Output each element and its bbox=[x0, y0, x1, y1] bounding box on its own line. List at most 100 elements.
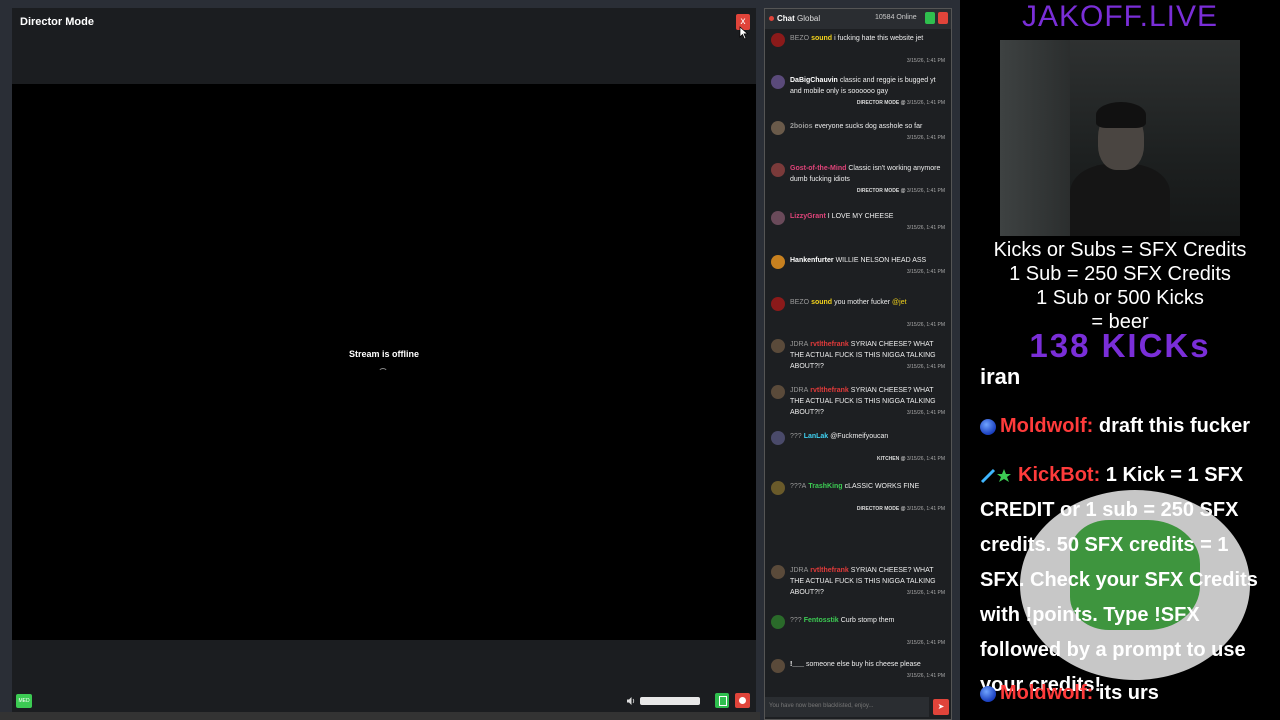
loading-spinner-icon bbox=[378, 368, 388, 378]
user-avatar[interactable] bbox=[771, 339, 785, 353]
chat-panel: Chat Global 10584 Online BEZO sound i fuck… bbox=[764, 8, 952, 720]
chat-username[interactable]: TrashKing bbox=[808, 483, 842, 490]
webcam-person-body bbox=[1070, 164, 1170, 236]
chat-username[interactable]: rvtlthefrank bbox=[810, 387, 849, 394]
chat-meta: DIRECTOR MODE @ 3/15/26, 1:41 PM bbox=[857, 100, 945, 106]
chat-message: LizzyGrant I LOVE MY CHEESE 3/15/26, 1:41 … bbox=[769, 211, 949, 251]
chat-close-button[interactable] bbox=[938, 12, 948, 24]
chat-message: DaBigChauvin classic and reggie is bugged… bbox=[769, 75, 949, 115]
chat-timestamp: 3/15/26, 1:41 PM bbox=[906, 410, 945, 416]
kickbot-icons bbox=[980, 468, 1011, 483]
user-avatar[interactable] bbox=[771, 75, 785, 89]
chat-text: you mother fucker bbox=[834, 299, 893, 306]
chat-username[interactable]: Gost-of-the-Mind bbox=[790, 165, 846, 172]
send-button[interactable]: ➤ bbox=[933, 699, 949, 715]
chat-meta: 3/15/26, 1:41 PM bbox=[907, 640, 945, 646]
chat-meta: KITCHEN @ 3/15/26, 1:41 PM bbox=[877, 456, 945, 462]
overlay-chat-text-2: its urs bbox=[1098, 682, 1159, 704]
chat-text: someone else buy his cheese please bbox=[806, 661, 921, 668]
overlay-topic: iran bbox=[980, 364, 1021, 389]
user-badge: JDRA bbox=[790, 341, 809, 348]
chat-tag: DIRECTOR MODE @ bbox=[856, 100, 907, 106]
chat-input[interactable]: You have now been blacklisted, enjoy... bbox=[765, 697, 929, 717]
fullscreen-button[interactable] bbox=[715, 693, 729, 708]
chat-meta: 3/15/26, 1:41 PM bbox=[907, 322, 945, 328]
user-avatar[interactable] bbox=[771, 481, 785, 495]
chat-timestamp: 3/15/26, 1:41 PM bbox=[906, 364, 945, 370]
chat-username[interactable]: DaBigChauvin bbox=[790, 77, 838, 84]
overlay-chat-message-1: Moldwolf: draft this fucker bbox=[980, 409, 1280, 444]
online-count: 10584 Online bbox=[875, 14, 917, 21]
user-avatar[interactable] bbox=[771, 211, 785, 225]
video-player[interactable]: Stream is offline bbox=[12, 84, 756, 640]
chat-timestamp: 3/15/26, 1:41 PM bbox=[906, 225, 945, 231]
chat-title: Chat Global bbox=[777, 14, 820, 23]
director-footer: MED bbox=[12, 640, 756, 712]
chat-title-channel: Global bbox=[797, 14, 821, 23]
overlay-chat-user-2: Moldwolf: bbox=[1000, 682, 1094, 704]
overlay-chat-text-1: draft this fucker bbox=[1098, 415, 1251, 437]
chat-tag: DIRECTOR MODE @ bbox=[856, 506, 907, 512]
chat-message: JDRA rvtlthefrank SYRIAN CHEESE? WHAT THE … bbox=[769, 565, 949, 605]
chat-header: Chat Global 10584 Online bbox=[765, 9, 951, 29]
chat-text: everyone sucks dog asshole so far bbox=[814, 123, 923, 130]
chat-username[interactable]: 2boios bbox=[790, 123, 813, 130]
chat-tag: DIRECTOR MODE @ bbox=[856, 188, 907, 194]
volume-icon[interactable] bbox=[626, 696, 636, 706]
chat-meta: 3/15/26, 1:41 PM bbox=[907, 135, 945, 141]
med-button[interactable]: MED bbox=[16, 694, 32, 708]
user-avatar[interactable] bbox=[771, 385, 785, 399]
chat-text: WILLIE NELSON HEAD ASS bbox=[835, 257, 927, 264]
credits-line-3: 1 Sub or 500 Kicks bbox=[1036, 287, 1204, 309]
chat-message: ??? LanLak @Fuckmeifyoucan KITCHEN @ 3/15/2… bbox=[769, 431, 949, 471]
chat-timestamp: 3/15/26, 1:41 PM bbox=[906, 188, 945, 194]
chat-meta: 3/15/26, 1:41 PM bbox=[907, 269, 945, 275]
chat-text: cLASSIC WORKS FINE bbox=[844, 483, 920, 490]
user-avatar[interactable] bbox=[771, 121, 785, 135]
user-avatar[interactable] bbox=[771, 615, 785, 629]
chat-username[interactable]: !___ bbox=[790, 661, 804, 668]
user-avatar[interactable] bbox=[771, 255, 785, 269]
chat-username[interactable]: Hankenfurter bbox=[790, 257, 834, 264]
user-avatar[interactable] bbox=[771, 565, 785, 579]
credits-line-2: 1 Sub = 250 SFX Credits bbox=[1009, 263, 1231, 285]
chat-message: JDRA rvtlthefrank SYRIAN CHEESE? WHAT THE … bbox=[769, 385, 949, 425]
user-badge: ???A bbox=[790, 483, 807, 490]
user-badge: JDRA bbox=[790, 567, 809, 574]
chat-message: ??? Fentosstik Curb stomp them 3/15/26, 1:4… bbox=[769, 615, 949, 655]
chat-message-body: LizzyGrant I LOVE MY CHEESE bbox=[790, 211, 948, 222]
user-avatar[interactable] bbox=[771, 431, 785, 445]
mouse-cursor-icon bbox=[739, 26, 749, 40]
user-avatar[interactable] bbox=[771, 659, 785, 673]
user-avatar[interactable] bbox=[771, 163, 785, 177]
chat-message: BEZO sound you mother fucker @jet 3/15/26, … bbox=[769, 297, 949, 337]
chat-message-body: !___ someone else buy his cheese please bbox=[790, 659, 948, 670]
chat-username[interactable]: LizzyGrant bbox=[790, 213, 826, 220]
chat-mention[interactable]: @jet bbox=[892, 299, 907, 306]
chat-meta: 3/15/26, 1:41 PM bbox=[907, 58, 945, 64]
chat-username[interactable]: sound bbox=[811, 35, 832, 42]
chat-username[interactable]: rvtlthefrank bbox=[810, 567, 849, 574]
chat-text: @Fuckmeifyoucan bbox=[830, 433, 889, 440]
user-orb-icon bbox=[980, 685, 996, 702]
chat-timestamp: 3/15/26, 1:41 PM bbox=[906, 456, 945, 462]
director-title: Director Mode bbox=[20, 16, 94, 28]
chat-text: Curb stomp them bbox=[840, 617, 895, 624]
chat-message-body: 2boios everyone sucks dog asshole so far bbox=[790, 121, 948, 132]
chat-username[interactable]: LanLak bbox=[804, 433, 829, 440]
overlay-bot-text: 1 Kick = 1 SFX CREDIT or 1 sub = 250 SFX… bbox=[980, 464, 1258, 696]
overlay-chat-message-2: Moldwolf: its urs bbox=[980, 676, 1280, 711]
user-avatar[interactable] bbox=[771, 297, 785, 311]
chat-text: I LOVE MY CHEESE bbox=[827, 213, 894, 220]
record-button[interactable] bbox=[735, 693, 750, 708]
volume-slider[interactable] bbox=[640, 697, 700, 705]
chat-username[interactable]: rvtlthefrank bbox=[810, 341, 849, 348]
chat-username[interactable]: Fentosstik bbox=[804, 617, 839, 624]
chat-settings-button[interactable] bbox=[925, 12, 935, 24]
credits-line-1: Kicks or Subs = SFX Credits bbox=[993, 239, 1247, 261]
chat-meta: DIRECTOR MODE @ 3/15/26, 1:41 PM bbox=[857, 188, 945, 194]
chat-message: ???A TrashKing cLASSIC WORKS FINE DIRECTOR … bbox=[769, 481, 949, 521]
chat-username[interactable]: sound bbox=[811, 299, 832, 306]
user-avatar[interactable] bbox=[771, 33, 785, 47]
chat-message: BEZO sound i fucking hate this website jet… bbox=[769, 33, 949, 73]
